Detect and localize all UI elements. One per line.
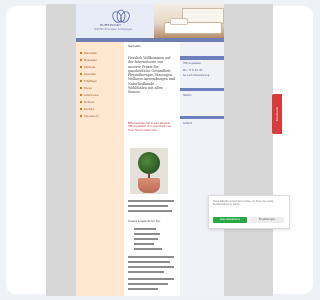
sidebar-item[interactable]: Kontakt [80,108,94,112]
sidebar-item[interactable]: Kosmetik [80,73,96,77]
logo-text: RUHEPUNKT [100,23,121,27]
right-column: Öffnungszeiten Mo – Fr 8–19 Uhr Sa nach … [180,42,224,296]
text-line [128,266,174,268]
bullet-icon [80,94,82,96]
list-line [134,243,154,245]
bullet-icon [80,108,82,110]
right-column-band [180,88,224,91]
right-column-band [180,56,224,60]
bullet-icon [80,87,82,89]
bullet-icon [80,80,82,82]
text-line [128,271,164,273]
plant-pot [138,178,160,193]
text-line [128,210,172,212]
bullet-icon [80,59,82,61]
section-label: Unsere Angebote für Sie: [128,220,161,223]
text-line [128,205,168,207]
cookie-banner: Diese Website verwendet Cookies, um Ihne… [208,195,290,229]
bullet-icon [80,101,82,103]
list-line [134,238,158,240]
plant-photo [130,148,168,194]
bullet-icon [80,115,82,117]
right-column-line: Sa nach Vereinbarung [183,74,210,77]
text-line [128,288,158,290]
breadcrumb: Startseite [128,45,141,48]
page-viewport: RUHEPUNKT Wohlfühl-Therapien & Massagen … [46,4,273,296]
bullet-icon [80,66,82,68]
bullet-icon [80,73,82,75]
list-line [134,228,156,230]
sidebar: Startseite Massagen Wellness Kosmetik Fu… [76,42,124,296]
sidebar-item[interactable]: Wellness [80,66,95,70]
list-line [134,233,160,235]
logo-subtitle: Wohlfühl-Therapien & Massagen [94,28,133,31]
photo-pillow [170,18,188,25]
main-content: Startseite Herzlich Willkommen auf der I… [124,42,180,296]
right-column-band [180,116,224,119]
cookie-text: Diese Website verwendet Cookies, um Ihne… [213,200,274,206]
notice-text: Bitte beachten Sie unsere aktuellen Öffn… [128,122,171,132]
feedback-label: Feedback [275,106,279,122]
right-column-line: Mo – Fr 8–19 Uhr [183,69,203,72]
site-header: RUHEPUNKT Wohlfühl-Therapien & Massagen [76,4,224,38]
sidebar-item[interactable]: Gutscheine [80,94,99,98]
sidebar-item[interactable]: Fußpflege [80,80,97,84]
cookie-settings-button[interactable]: Einstellungen [250,217,284,223]
sidebar-item[interactable]: Massagen [80,59,97,63]
bullet-icon [80,52,82,54]
text-line [128,200,174,202]
text-line [128,261,170,263]
right-column-title: Öffnungszeiten [183,62,202,65]
right-column-line[interactable]: Telefon [183,94,191,97]
cookie-accept-button[interactable]: Alles akzeptieren [213,217,247,223]
sidebar-item[interactable]: Preise [80,87,92,91]
text-line [128,283,168,285]
plant-foliage [138,152,160,174]
page-heading: Herzlich Willkommen auf der Internetseit… [128,56,176,95]
right-column-line[interactable]: Anfahrt [183,122,192,125]
list-line [134,248,162,250]
feedback-tab[interactable]: Feedback [272,94,282,134]
text-line [128,278,174,280]
header-photo [154,4,224,38]
text-line [128,256,174,258]
website: RUHEPUNKT Wohlfühl-Therapien & Massagen … [76,4,224,296]
sidebar-item[interactable]: Termine [80,101,94,105]
sidebar-item[interactable]: Startseite [80,52,97,56]
sidebar-item[interactable]: Impressum [80,115,98,119]
